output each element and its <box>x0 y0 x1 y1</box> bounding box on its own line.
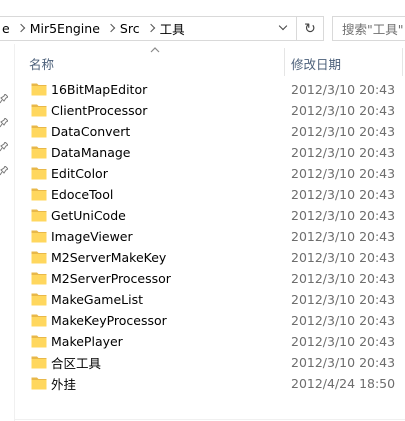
chevron-right-icon[interactable] <box>16 17 28 40</box>
column-header-name[interactable]: 名称 <box>29 52 54 74</box>
folder-icon <box>31 313 47 327</box>
list-item[interactable]: 合区工具 2012/3/10 20:43 <box>15 352 405 373</box>
folder-icon <box>31 166 47 180</box>
column-header-date-modified[interactable]: 修改日期 <box>291 52 341 74</box>
folder-icon <box>31 271 47 285</box>
file-date-modified: 2012/3/10 20:43 <box>291 103 396 118</box>
file-name: 合区工具 <box>51 356 102 371</box>
list-item[interactable]: DataManage 2012/3/10 20:43 <box>15 142 405 163</box>
list-item[interactable]: M2ServerProcessor 2012/3/10 20:43 <box>15 268 405 289</box>
file-name: DataManage <box>51 145 131 160</box>
folder-icon <box>31 145 47 159</box>
file-date-modified: 2012/3/10 20:43 <box>291 208 396 223</box>
file-date-modified: 2012/3/10 20:43 <box>291 250 396 265</box>
address-bar-row: e Mir5Engine Src 工具 ↻ 搜索"工具" <box>0 0 405 44</box>
chevron-right-icon[interactable] <box>106 17 118 40</box>
file-date-modified: 2012/3/10 20:43 <box>291 334 396 349</box>
folder-icon <box>31 250 47 264</box>
navigation-pane[interactable] <box>0 44 15 421</box>
file-name: M2ServerMakeKey <box>51 250 167 265</box>
file-date-modified: 2012/4/24 18:50 <box>291 376 396 391</box>
file-name: GetUniCode <box>51 208 126 223</box>
file-date-modified: 2012/3/10 20:43 <box>291 355 396 370</box>
folder-icon <box>31 187 47 201</box>
file-name: MakePlayer <box>51 334 123 349</box>
sort-ascending-icon <box>149 44 161 54</box>
list-item[interactable]: EdoceTool 2012/3/10 20:43 <box>15 184 405 205</box>
refresh-button[interactable]: ↻ <box>297 16 324 41</box>
file-list: 16BitMapEditor 2012/3/10 20:43 ClientProce… <box>15 79 405 394</box>
search-placeholder: 搜索"工具" <box>342 22 404 37</box>
pin-icon <box>0 166 8 176</box>
address-bar[interactable]: e Mir5Engine Src 工具 <box>0 16 297 41</box>
chevron-right-icon[interactable] <box>146 17 158 40</box>
folder-icon <box>31 82 47 96</box>
file-date-modified: 2012/3/10 20:43 <box>291 313 396 328</box>
folder-icon <box>31 376 47 390</box>
file-name: DataConvert <box>51 124 131 139</box>
column-divider[interactable] <box>402 48 403 76</box>
folder-icon <box>31 334 47 348</box>
refresh-icon: ↻ <box>304 20 316 37</box>
search-input[interactable]: 搜索"工具" <box>332 16 405 41</box>
file-name: ImageViewer <box>51 229 133 244</box>
file-name: M2ServerProcessor <box>51 271 171 286</box>
folder-icon <box>31 229 47 243</box>
folder-icon <box>31 124 47 138</box>
list-item[interactable]: EditColor 2012/3/10 20:43 <box>15 163 405 184</box>
pin-icon <box>0 94 8 104</box>
pin-icon <box>0 142 8 152</box>
list-item[interactable]: ImageViewer 2012/3/10 20:43 <box>15 226 405 247</box>
file-date-modified: 2012/3/10 20:43 <box>291 82 396 97</box>
list-item[interactable]: MakeKeyProcessor 2012/3/10 20:43 <box>15 310 405 331</box>
file-name: MakeKeyProcessor <box>51 313 167 328</box>
breadcrumb-item[interactable]: e <box>0 17 16 40</box>
file-date-modified: 2012/3/10 20:43 <box>291 145 396 160</box>
list-item[interactable]: DataConvert 2012/3/10 20:43 <box>15 121 405 142</box>
column-divider[interactable] <box>284 48 285 76</box>
file-date-modified: 2012/3/10 20:43 <box>291 271 396 286</box>
file-name: MakeGameList <box>51 292 143 307</box>
folder-icon <box>31 208 47 222</box>
file-date-modified: 2012/3/10 20:43 <box>291 166 396 181</box>
file-name: EditColor <box>51 166 108 181</box>
folder-icon <box>31 355 47 369</box>
list-item[interactable]: MakePlayer 2012/3/10 20:43 <box>15 331 405 352</box>
column-headers: 名称 修改日期 <box>15 44 405 76</box>
file-name: ClientProcessor <box>51 103 148 118</box>
list-item[interactable]: MakeGameList 2012/3/10 20:43 <box>15 289 405 310</box>
file-name: EdoceTool <box>51 187 114 202</box>
pin-icon <box>0 118 8 128</box>
file-date-modified: 2012/3/10 20:43 <box>291 124 396 139</box>
breadcrumb-item[interactable]: Src <box>118 17 146 40</box>
list-item[interactable]: ClientProcessor 2012/3/10 20:43 <box>15 100 405 121</box>
file-date-modified: 2012/3/10 20:43 <box>291 292 396 307</box>
list-item[interactable]: M2ServerMakeKey 2012/3/10 20:43 <box>15 247 405 268</box>
file-name: 外挂 <box>51 377 77 392</box>
list-item[interactable]: 16BitMapEditor 2012/3/10 20:43 <box>15 79 405 100</box>
folder-icon <box>31 292 47 306</box>
chevron-down-icon[interactable] <box>273 17 295 40</box>
breadcrumb-item[interactable]: Mir5Engine <box>28 17 106 40</box>
list-item[interactable]: 外挂 2012/4/24 18:50 <box>15 373 405 394</box>
breadcrumb-item-current[interactable]: 工具 <box>158 17 191 40</box>
folder-icon <box>31 103 47 117</box>
file-name: 16BitMapEditor <box>51 82 148 97</box>
file-date-modified: 2012/3/10 20:43 <box>291 187 396 202</box>
file-date-modified: 2012/3/10 20:43 <box>291 229 396 244</box>
divider <box>15 419 405 420</box>
list-item[interactable]: GetUniCode 2012/3/10 20:43 <box>15 205 405 226</box>
